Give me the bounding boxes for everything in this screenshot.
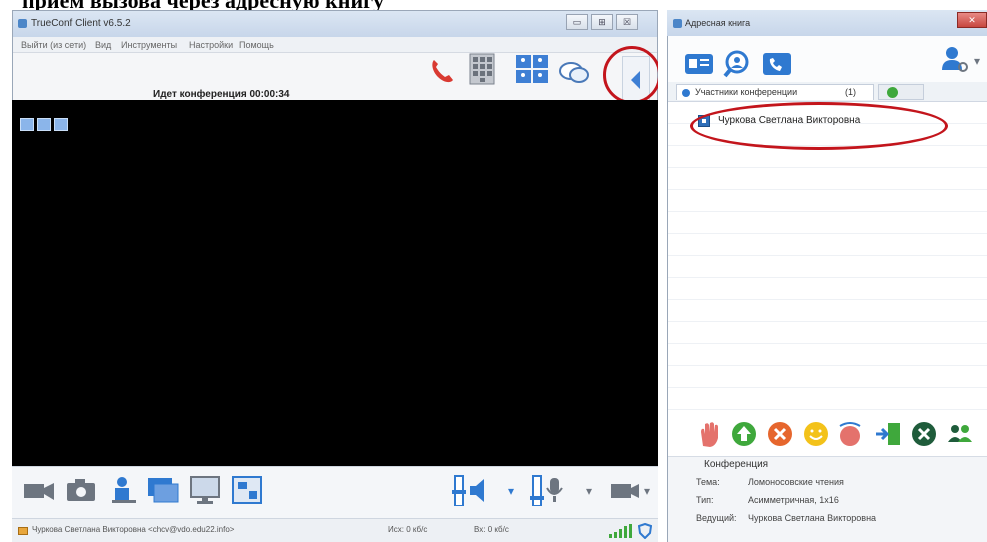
- photo-camera-icon[interactable]: [64, 474, 100, 506]
- host-value: Чуркова Светлана Викторовна: [748, 513, 877, 523]
- type-value: Асимметричная, 1x16: [748, 495, 839, 505]
- highlight-circle: [603, 46, 661, 104]
- video-area: [12, 100, 658, 466]
- chevron-down-icon[interactable]: ▾: [586, 484, 592, 498]
- phone-hangup-icon[interactable]: [428, 57, 456, 85]
- tab-participants[interactable]: Участники конференции (1): [676, 84, 874, 100]
- topic-label: Тема:: [696, 477, 720, 487]
- type-label: Тип:: [696, 495, 714, 505]
- promote-up-icon[interactable]: [730, 420, 758, 448]
- chevron-down-icon[interactable]: ▾: [974, 54, 980, 68]
- slideshow-icon[interactable]: [230, 474, 266, 506]
- app-icon: [18, 19, 27, 28]
- signal-icon: [609, 524, 632, 538]
- status-bar: Чуркова Светлана Викторовна <chcv@vdo.ed…: [12, 518, 658, 542]
- fullscreen-icon[interactable]: [20, 118, 34, 131]
- close-button[interactable]: ✕: [957, 12, 987, 28]
- keypad-icon[interactable]: [469, 53, 495, 85]
- raise-hand-icon[interactable]: [696, 420, 724, 448]
- main-window-title: TrueConf Client v6.5.2: [31, 18, 131, 29]
- status-in: Вх: 0 кб/с: [474, 525, 509, 534]
- menu-view[interactable]: Вид: [95, 40, 111, 50]
- tab-participants-count: (1): [845, 87, 856, 97]
- conference-status: Идет конференция 00:00:34: [153, 89, 290, 100]
- status-out: Исх: 0 кб/с: [388, 525, 428, 534]
- camera-icon[interactable]: [608, 474, 644, 506]
- tab-participants-label: Участники конференции: [695, 87, 798, 97]
- volume-slider-icon[interactable]: [452, 474, 488, 506]
- user-status-icon: [18, 527, 28, 535]
- participants-icon: [682, 89, 690, 97]
- window-icon[interactable]: [146, 474, 182, 506]
- camera-video-icon[interactable]: [22, 474, 58, 506]
- shield-icon: [638, 523, 652, 539]
- add-icon: [887, 87, 898, 98]
- chat-icon[interactable]: [558, 60, 590, 86]
- maximize-button[interactable]: ⊞: [591, 14, 613, 30]
- kick-icon[interactable]: [910, 420, 938, 448]
- mic-slider-icon[interactable]: [530, 474, 566, 506]
- app-icon: [673, 19, 682, 28]
- main-title-bar: TrueConf Client v6.5.2 ▭ ⊞ ☒: [13, 11, 657, 37]
- window-divider: [658, 10, 667, 542]
- conference-heading: Конференция: [704, 459, 769, 470]
- exit-icon[interactable]: [874, 420, 902, 448]
- menu-tools[interactable]: Инструменты: [121, 40, 177, 50]
- highlight-ellipse: [690, 102, 948, 150]
- video-overlay-icons: [20, 118, 84, 132]
- smile-icon[interactable]: [802, 420, 830, 448]
- remove-icon[interactable]: [766, 420, 794, 448]
- address-book-title: Адресная книга: [685, 18, 751, 28]
- user-settings-icon[interactable]: [940, 46, 970, 74]
- camera-overlay-icon[interactable]: [37, 118, 51, 131]
- screen-share-icon[interactable]: [188, 474, 224, 506]
- minimize-button[interactable]: ▭: [566, 14, 588, 30]
- contacts-icon[interactable]: [684, 50, 714, 78]
- host-label: Ведущий:: [696, 513, 737, 523]
- user-card-icon[interactable]: [106, 474, 142, 506]
- close-button[interactable]: ☒: [616, 14, 638, 30]
- chevron-down-icon[interactable]: ▾: [508, 484, 514, 498]
- users-icon[interactable]: [946, 420, 974, 448]
- user-overlay-icon[interactable]: [54, 118, 68, 131]
- status-user: Чуркова Светлана Викторовна <chcv@vdo.ed…: [32, 525, 235, 534]
- menu-settings[interactable]: Настройки: [189, 40, 233, 50]
- layout-icon[interactable]: [515, 54, 549, 84]
- address-book-title-bar: Адресная книга ✕: [667, 10, 987, 36]
- search-user-icon[interactable]: [722, 50, 752, 78]
- topic-value: Ломоносовские чтения: [748, 477, 844, 487]
- menu-exit[interactable]: Выйти (из сети): [21, 40, 86, 50]
- phone-book-icon[interactable]: [762, 50, 792, 78]
- menu-help[interactable]: Помощь: [239, 40, 274, 50]
- menu-bar: Выйти (из сети) Вид Инструменты Настройк…: [13, 37, 657, 53]
- tab-add[interactable]: [878, 84, 924, 100]
- chevron-down-icon[interactable]: ▾: [644, 484, 650, 498]
- call-icon[interactable]: [836, 420, 864, 448]
